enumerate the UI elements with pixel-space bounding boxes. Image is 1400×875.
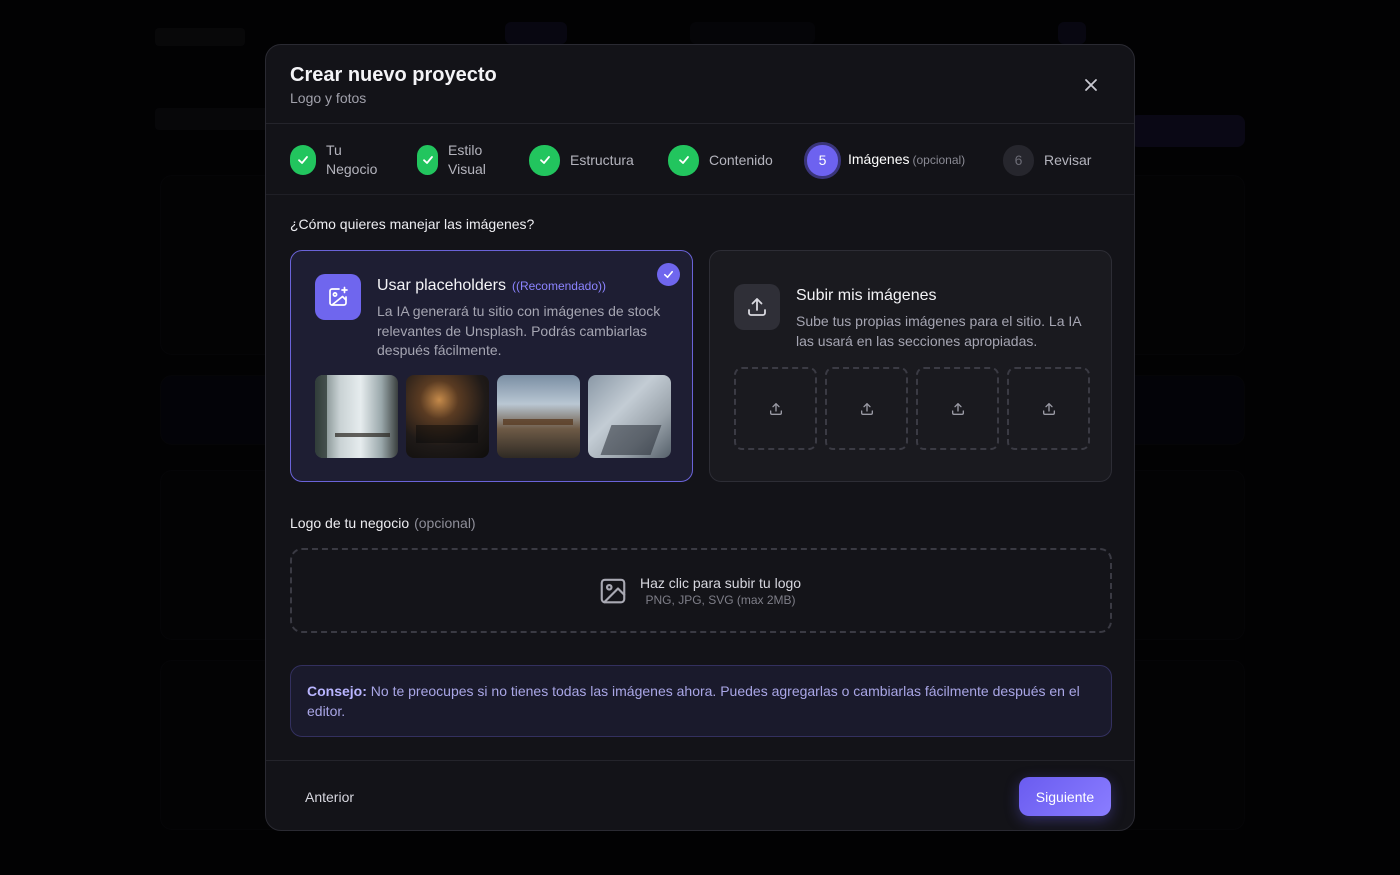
stock-photo-restaurant [406,375,489,458]
tip-box: Consejo: No te preocupes si no tienes to… [290,665,1112,737]
check-icon [678,156,689,164]
logo-label-text: Logo de tu negocio [290,515,410,531]
image-upload-slots [734,367,1090,450]
option-description: La IA generará tu sitio con imágenes de … [377,303,661,358]
step-label-text: Imágenes [848,151,910,167]
placeholder-thumbnails [315,375,671,458]
create-project-modal: Crear nuevo proyecto Logo y fotos Tu Neg… [265,44,1135,831]
step-estilo-visual[interactable]: Estilo Visual [417,142,500,178]
image-upload-slot[interactable] [734,367,817,450]
upload-icon [860,402,873,415]
modal-header: Crear nuevo proyecto Logo y fotos [266,45,1134,124]
modal-subtitle: Logo y fotos [290,90,367,106]
option-title: Subir mis imágenes [796,287,937,304]
option-title: Usar placeholders ((Recomendado)) [377,277,606,295]
logo-upload-dropzone[interactable]: Haz clic para subir tu logo PNG, JPG, SV… [290,548,1112,633]
stock-photo-laptop [588,375,671,458]
step-estructura[interactable]: Estructura [529,142,634,178]
step-label: Contenido [709,151,773,168]
close-icon [1085,79,1097,91]
step-complete-indicator [290,145,316,175]
step-label: Revisar [1044,151,1092,168]
use-placeholders-option[interactable]: Usar placeholders ((Recomendado)) La IA g… [290,250,693,482]
stock-photo-cowork [497,375,580,458]
image-plus-icon [315,274,361,320]
option-description: Sube tus propias imágenes para el sitio.… [796,313,1081,349]
images-question: ¿Cómo quieres manejar las imágenes? [290,216,535,232]
step-contenido[interactable]: Contenido [668,142,773,178]
step-label: Imágenes (opcional) [848,150,965,170]
step-number: 5 [807,144,838,176]
image-upload-slot[interactable] [825,367,908,450]
image-upload-slot[interactable] [916,367,999,450]
step-label: Tu Negocio [326,142,378,177]
selected-check-badge [657,263,680,286]
image-icon [600,578,626,604]
upload-icon [734,284,780,330]
step-complete-indicator [417,145,438,175]
logo-section-label: Logo de tu negocio (opcional) [290,515,476,531]
check-icon [663,270,674,279]
previous-button[interactable]: Anterior [291,779,368,815]
step-optional-tag: (opcional) [912,153,966,167]
check-icon [422,156,433,164]
option-title-text: Usar placeholders [377,277,506,294]
image-upload-slot[interactable] [1007,367,1090,450]
step-complete-indicator [668,144,699,176]
step-tu-negocio[interactable]: Tu Negocio [290,142,386,178]
modal-footer: Anterior Siguiente [266,760,1134,830]
check-icon [298,156,308,164]
upload-icon [951,402,964,415]
logo-dropzone-content: Haz clic para subir tu logo PNG, JPG, SV… [598,575,801,607]
logo-optional-tag: (opcional) [414,515,476,531]
logo-upload-hint: PNG, JPG, SVG (max 2MB) [645,593,796,607]
tip-label: Consejo: [307,683,367,699]
step-revisar[interactable]: 6 Revisar [1003,142,1091,178]
logo-upload-text: Haz clic para subir tu logo [640,575,802,591]
upload-images-option[interactable]: Subir mis imágenes Sube tus propias imág… [709,250,1112,482]
next-button[interactable]: Siguiente [1019,777,1111,816]
stock-photo-office [315,375,398,458]
tip-text: No te preocupes si no tienes todas las i… [307,683,1080,719]
modal-title: Crear nuevo proyecto [290,64,497,86]
progress-stepper: Tu Negocio Estilo Visual Estructura Cont… [266,125,1134,195]
step-imagenes[interactable]: 5 Imágenes (opcional) [807,142,965,178]
close-button[interactable] [1080,74,1102,96]
upload-icon [1042,402,1055,415]
check-icon [539,156,550,164]
recommended-badge: ((Recomendado)) [511,279,606,293]
step-label: Estilo Visual [448,142,486,177]
step-label: Estructura [570,151,634,168]
step-number: 6 [1003,144,1034,176]
step-complete-indicator [529,144,560,176]
upload-icon [769,402,782,415]
